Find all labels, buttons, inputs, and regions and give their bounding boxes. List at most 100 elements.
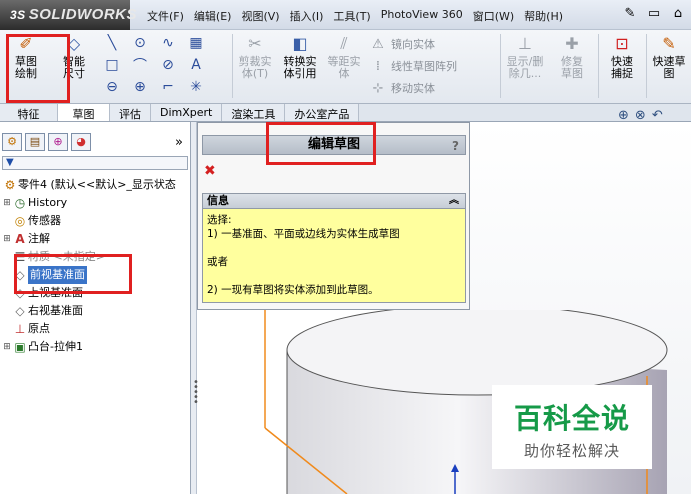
arc-icon[interactable]: ⌒	[128, 55, 152, 75]
linear-pattern-icon: ⁞	[375, 59, 381, 74]
expand-icon[interactable]: ⊞	[2, 338, 12, 356]
move-entities-button[interactable]: ⊹ 移动实体	[370, 78, 457, 100]
trim-icon: ✂	[248, 34, 262, 53]
history-icon: ◷	[14, 196, 26, 210]
property-manager-tab-icon[interactable]: ▤	[25, 133, 45, 151]
expand-icon[interactable]: ⊞	[2, 194, 12, 212]
rapid-sketch-button[interactable]: ✎ 快速草图	[648, 34, 690, 80]
repair-sketch-button[interactable]: ✚ 修复草图	[550, 34, 594, 80]
tree-node-annotations[interactable]: ⊞ A 注解	[2, 230, 190, 248]
trim-entities-button[interactable]: ✂ 剪裁实体(T)	[234, 34, 276, 80]
part-icon: ⚙	[4, 178, 16, 192]
fillet-icon[interactable]: ⌐	[156, 79, 180, 95]
menu-window[interactable]: 窗口(W)	[468, 6, 519, 26]
menu-view[interactable]: 视图(V)	[236, 6, 284, 26]
highlight-front-plane	[14, 254, 132, 294]
extrude-icon: ▣	[14, 340, 26, 354]
tree-root[interactable]: ⚙ 零件4 (默认<<默认>_显示状态	[2, 176, 190, 194]
info-message: 选择: 1) 一基准面、平面或边线为实体生成草图 或者 2) 一现有草图将实体添…	[202, 209, 466, 303]
slot-icon[interactable]: ⊖	[100, 79, 124, 95]
quick-snaps-button[interactable]: ⊡ 快速捕捉	[600, 34, 644, 80]
menu-photoview[interactable]: PhotoView 360	[376, 6, 468, 26]
tree-node-sensors[interactable]: ◎ 传感器	[2, 212, 190, 230]
line-icon[interactable]: ╲	[100, 35, 124, 51]
filter-icon: ▼	[6, 157, 14, 168]
snap-icon: ⊡	[615, 34, 629, 53]
rapid-sketch-icon: ✎	[662, 34, 676, 53]
tab-office-products[interactable]: 办公室产品	[285, 104, 360, 121]
spline-icon[interactable]: ∿	[156, 35, 180, 51]
title-bar: 3S SOLIDWORKS 文件(F) 编辑(E) 视图(V) 插入(I) 工具(…	[0, 0, 691, 30]
help-icon[interactable]: ?	[452, 137, 459, 155]
tree-node-origin[interactable]: ⊥ 原点	[2, 320, 190, 338]
ribbon-divider	[646, 34, 647, 98]
tab-evaluate[interactable]: 评估	[110, 104, 151, 121]
origin-icon: ⊥	[14, 322, 26, 336]
linear-pattern-button[interactable]: ⁞ 线性草图阵列	[370, 56, 457, 78]
sensor-icon: ◎	[14, 214, 26, 228]
panel-tabs: ⚙ ▤ ⊕ ◕	[2, 133, 91, 151]
ribbon-divider	[500, 34, 501, 98]
watermark: 百科全说 助你轻松解决	[492, 385, 652, 469]
view-heads-up-toolbar: ⊕ ⊗ ↶	[618, 108, 663, 123]
ellipse-icon[interactable]: ⊘	[156, 57, 180, 73]
repair-icon: ✚	[565, 34, 579, 53]
cylinder-top-face	[286, 310, 668, 396]
text-icon[interactable]: A	[184, 57, 208, 73]
plane-icon: ◇	[15, 304, 25, 318]
tab-sketch[interactable]: 草图	[58, 104, 110, 121]
tree-node-history[interactable]: ⊞ ◷ History	[2, 194, 190, 212]
zoom-to-fit-icon[interactable]: ⊕	[618, 108, 629, 123]
expand-icon[interactable]: ⊞	[2, 230, 12, 248]
cancel-icon[interactable]: ✖	[204, 163, 216, 179]
previous-view-icon[interactable]: ↶	[652, 108, 663, 123]
relations-icon: ⊥	[518, 34, 532, 53]
point-icon[interactable]: ✳	[184, 79, 208, 95]
display-manager-tab-icon[interactable]: ◕	[71, 133, 91, 151]
ribbon-divider	[232, 34, 233, 98]
more-tabs-icon[interactable]: »	[175, 135, 183, 150]
ds-logo-icon: 3S	[10, 8, 26, 22]
new-document-icon[interactable]: ▭	[645, 5, 663, 23]
feature-manager-panel: ⚙ ▤ ⊕ ◕ » ▼ ⚙ 零件4 (默认<<默认>_显示状态 ⊞ ◷ Hist…	[0, 122, 191, 494]
mirror-entities-button[interactable]: ⚠ 镜向实体	[370, 34, 457, 56]
tab-render-tools[interactable]: 渲染工具	[222, 104, 286, 121]
tree-node-boss-extrude[interactable]: ⊞ ▣ 凸台-拉伸1	[2, 338, 190, 356]
pin-icon[interactable]: ✎	[621, 5, 639, 23]
menu-help[interactable]: 帮助(H)	[519, 6, 568, 26]
annotation-icon: A	[15, 232, 25, 246]
show-delete-relations-button[interactable]: ⊥ 显示/删除几...	[502, 34, 548, 80]
tree-filter[interactable]: ▼	[2, 156, 188, 170]
info-section-header[interactable]: 信息 ︽	[202, 193, 466, 209]
grid-icon[interactable]: ▦	[184, 35, 208, 51]
tab-dimxpert[interactable]: DimXpert	[151, 104, 223, 121]
sketch-modify-list: ⚠ 镜向实体 ⁞ 线性草图阵列 ⊹ 移动实体	[370, 34, 457, 100]
highlight-edit-sketch-title	[266, 122, 376, 165]
feature-tree-tab-icon[interactable]: ⚙	[2, 133, 22, 151]
tab-features[interactable]: 特征	[0, 104, 58, 121]
move-icon: ⊹	[372, 81, 384, 96]
zoom-area-icon[interactable]: ⊗	[635, 108, 646, 123]
configuration-tab-icon[interactable]: ⊕	[48, 133, 68, 151]
tree-node-right-plane[interactable]: ◇ 右视基准面	[2, 302, 190, 320]
quick-access-toolbar: ✎ ▭ ⌂	[621, 5, 687, 23]
menu-tools[interactable]: 工具(T)	[328, 6, 375, 26]
convert-entities-button[interactable]: ◧ 转换实体引用	[278, 34, 322, 80]
collapse-icon[interactable]: ︽	[449, 194, 459, 208]
menu-file[interactable]: 文件(F)	[142, 6, 189, 26]
circle-icon[interactable]: ⊙	[128, 35, 152, 51]
command-manager-tabs: 特征 草图 评估 DimXpert 渲染工具 办公室产品	[0, 104, 691, 122]
open-folder-icon[interactable]: ⌂	[669, 5, 687, 23]
mirror-icon: ⚠	[372, 37, 384, 52]
offset-entities-button[interactable]: ⫽ 等距实体	[324, 34, 364, 80]
menu-edit[interactable]: 编辑(E)	[189, 6, 237, 26]
ribbon-divider	[598, 34, 599, 98]
menu-insert[interactable]: 插入(I)	[285, 6, 329, 26]
highlight-sketch-button	[6, 34, 70, 103]
rectangle-icon[interactable]: □	[100, 57, 124, 73]
menu-bar: 文件(F) 编辑(E) 视图(V) 插入(I) 工具(T) PhotoView …	[142, 6, 568, 26]
offset-icon: ⫽	[340, 34, 348, 53]
sketch-entity-tools: ╲ ⊙ ∿ ▦ □ ⌒ ⊘ A ⊖ ⊕ ⌐ ✳	[100, 32, 230, 98]
convert-icon: ◧	[292, 34, 308, 53]
polygon-icon[interactable]: ⊕	[128, 79, 152, 95]
